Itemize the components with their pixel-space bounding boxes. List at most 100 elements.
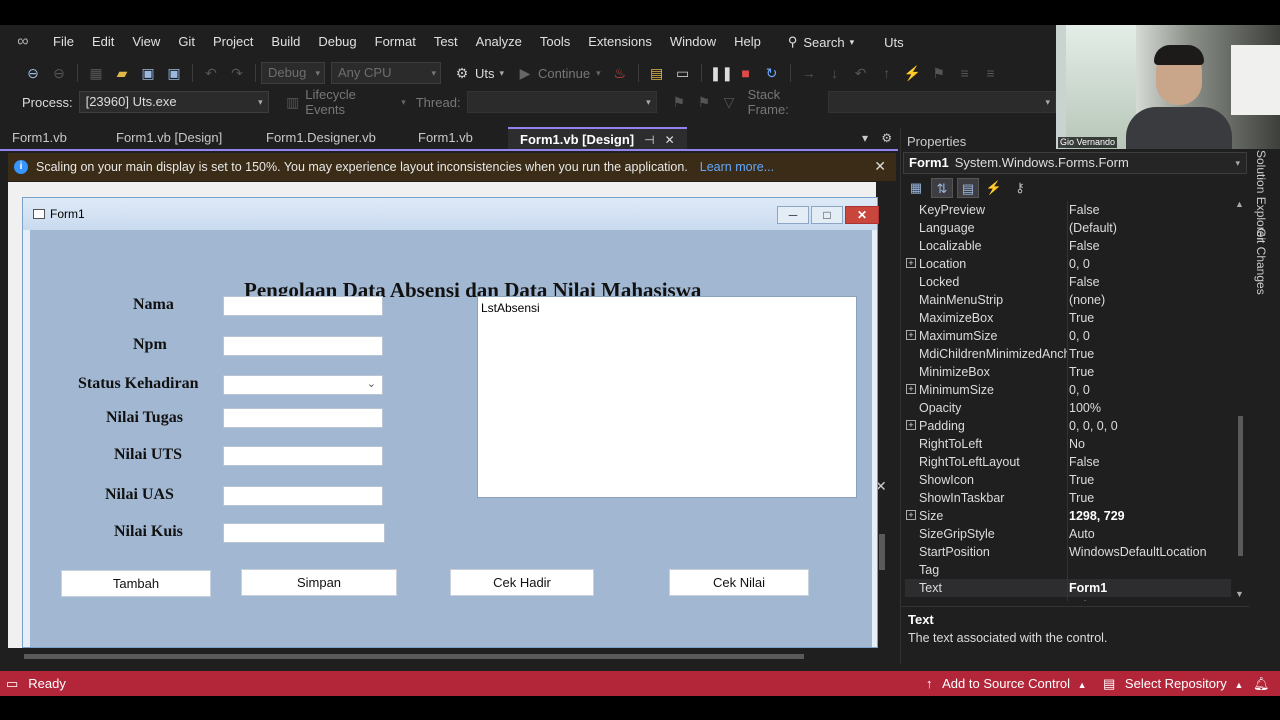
filter-icon[interactable]: ▽ bbox=[720, 92, 739, 112]
tambah-button[interactable]: Tambah bbox=[61, 570, 211, 597]
tab-form1-design[interactable]: Form1.vb [Design] bbox=[104, 127, 254, 149]
step-into-icon[interactable]: ↓ bbox=[825, 63, 845, 83]
property-row[interactable]: Text Form1 bbox=[905, 579, 1231, 597]
step-out-icon[interactable]: ↑ bbox=[877, 63, 897, 83]
visual-studio-logo-icon[interactable]: ∞ bbox=[12, 33, 34, 51]
configuration-dropdown[interactable]: Debug ▾ bbox=[261, 62, 325, 84]
property-value[interactable]: (Default) bbox=[1069, 219, 1117, 237]
property-row[interactable]: + MaximumSize 0, 0 bbox=[905, 327, 1231, 345]
property-value[interactable]: True bbox=[1069, 345, 1094, 363]
new-project-icon[interactable]: ▦ bbox=[86, 63, 106, 83]
cek-hadir-button[interactable]: Cek Hadir bbox=[450, 569, 594, 596]
property-row[interactable]: MainMenuStrip (none) bbox=[905, 291, 1231, 309]
menu-analyze[interactable]: Analyze bbox=[467, 25, 531, 59]
property-value[interactable]: False bbox=[1069, 273, 1100, 291]
menu-git[interactable]: Git bbox=[169, 25, 204, 59]
redo-icon[interactable]: ↷ bbox=[227, 63, 247, 83]
scrollbar-thumb[interactable] bbox=[1238, 416, 1243, 556]
nilai-kuis-textbox[interactable] bbox=[223, 523, 385, 543]
pin-icon[interactable]: ⊣ bbox=[644, 133, 654, 147]
play-icon[interactable]: ▶ bbox=[515, 63, 535, 83]
process-dropdown[interactable]: [23960] Uts.exe ▾ bbox=[78, 91, 269, 113]
thread-dropdown[interactable]: ▾ bbox=[466, 91, 657, 113]
add-to-source-control[interactable]: ↑ Add to Source Control ▲ bbox=[926, 671, 1087, 696]
navigate-back-icon[interactable]: ⊖ bbox=[23, 63, 43, 83]
lifecycle-events-dropdown[interactable]: Lifecycle Events bbox=[305, 87, 395, 117]
tab-form1-vb-2[interactable]: Form1.vb bbox=[406, 127, 508, 149]
restart-icon[interactable]: ↻ bbox=[762, 63, 782, 83]
property-row[interactable]: + Location 0, 0 bbox=[905, 255, 1231, 273]
menu-window[interactable]: Window bbox=[661, 25, 725, 59]
property-value[interactable]: 0, 0 bbox=[1069, 327, 1090, 345]
property-row[interactable]: Locked False bbox=[905, 273, 1231, 291]
breakpoint-icon[interactable]: ⚑ bbox=[929, 63, 949, 83]
property-row[interactable]: RightToLeftLayout False bbox=[905, 453, 1231, 471]
expand-icon[interactable]: + bbox=[906, 384, 916, 394]
open-file-icon[interactable]: ▰ bbox=[112, 63, 132, 83]
property-row[interactable]: KeyPreview False bbox=[905, 201, 1231, 219]
undo-icon[interactable]: ↶ bbox=[201, 63, 221, 83]
property-row[interactable]: MdiChildrenMinimizedAnchorBottomTrue bbox=[905, 345, 1231, 363]
property-value[interactable]: WindowsDefaultLocation bbox=[1069, 543, 1207, 561]
events-icon[interactable]: ⚡ bbox=[983, 178, 1005, 198]
nama-textbox[interactable] bbox=[223, 296, 383, 316]
property-value[interactable]: No bbox=[1069, 435, 1085, 453]
property-value[interactable]: False bbox=[1069, 597, 1100, 601]
platform-dropdown[interactable]: Any CPU ▾ bbox=[331, 62, 441, 84]
property-row[interactable]: TopMostFalse bbox=[905, 597, 1231, 601]
property-value[interactable]: Auto bbox=[1069, 525, 1095, 543]
property-value[interactable]: 1298, 729 bbox=[1069, 507, 1125, 525]
diagnostics-icon[interactable]: ⚡ bbox=[903, 63, 923, 83]
property-value[interactable]: 100% bbox=[1069, 399, 1101, 417]
maximize-button[interactable]: □ bbox=[811, 206, 843, 224]
property-value[interactable]: False bbox=[1069, 453, 1100, 471]
property-row[interactable]: MaximizeBox True bbox=[905, 309, 1231, 327]
search-box[interactable]: ⚲ Search ▾ bbox=[788, 34, 854, 50]
property-value[interactable]: 0, 0 bbox=[1069, 255, 1090, 273]
menu-view[interactable]: View bbox=[123, 25, 169, 59]
property-row[interactable]: ShowIcon True bbox=[905, 471, 1231, 489]
properties-icon[interactable]: ▤ bbox=[957, 178, 979, 198]
gear-icon[interactable]: ⚙ bbox=[452, 63, 472, 83]
window-layout-icon[interactable]: ▭ bbox=[673, 63, 693, 83]
menu-debug[interactable]: Debug bbox=[309, 25, 365, 59]
select-repository[interactable]: ▤ Select Repository ▲ bbox=[1103, 671, 1243, 696]
menu-tools[interactable]: Tools bbox=[531, 25, 579, 59]
tab-form1-designer-vb[interactable]: Form1.Designer.vb bbox=[254, 127, 406, 149]
scrollbar-thumb[interactable] bbox=[879, 534, 885, 570]
expand-icon[interactable]: + bbox=[906, 510, 916, 520]
property-row[interactable]: RightToLeft No bbox=[905, 435, 1231, 453]
property-row[interactable]: + MinimumSize 0, 0 bbox=[905, 381, 1231, 399]
menu-extensions[interactable]: Extensions bbox=[579, 25, 661, 59]
close-icon[interactable]: ✕ bbox=[665, 133, 675, 147]
hot-reload-icon[interactable]: ♨ bbox=[610, 63, 630, 83]
tab-form1-design-active[interactable]: Form1.vb [Design] ⊣ ✕ bbox=[508, 127, 687, 149]
minimize-button[interactable]: ─ bbox=[777, 206, 809, 224]
menu-help[interactable]: Help bbox=[725, 25, 770, 59]
property-row[interactable]: ShowInTaskbar True bbox=[905, 489, 1231, 507]
flag-icon[interactable]: ⚑ bbox=[669, 92, 688, 112]
tab-list-chevron-icon[interactable]: ▾ bbox=[862, 131, 868, 145]
property-row[interactable]: SizeGripStyle Auto bbox=[905, 525, 1231, 543]
npm-textbox[interactable] bbox=[223, 336, 383, 356]
startup-project[interactable]: Uts bbox=[475, 66, 495, 81]
close-button[interactable]: ✕ bbox=[845, 206, 879, 224]
property-row[interactable]: StartPosition WindowsDefaultLocation bbox=[905, 543, 1231, 561]
save-icon[interactable]: ▣ bbox=[138, 63, 158, 83]
menu-file[interactable]: File bbox=[44, 25, 83, 59]
expand-icon[interactable]: + bbox=[906, 420, 916, 430]
expand-icon[interactable]: + bbox=[906, 330, 916, 340]
align-icon[interactable]: ≡ bbox=[955, 63, 975, 83]
scroll-up-icon[interactable]: ▲ bbox=[1235, 199, 1244, 209]
expand-icon[interactable]: + bbox=[906, 258, 916, 268]
property-value[interactable]: True bbox=[1069, 363, 1094, 381]
property-pages-icon[interactable]: ⚷ bbox=[1009, 178, 1031, 198]
side-tab-git-changes[interactable]: Git Changes bbox=[1254, 228, 1268, 295]
learn-more-link[interactable]: Learn more... bbox=[700, 160, 774, 174]
stop-icon[interactable]: ■ bbox=[736, 63, 756, 83]
navigate-forward-icon[interactable]: ⊖ bbox=[49, 63, 69, 83]
property-value[interactable]: True bbox=[1069, 471, 1094, 489]
gear-icon[interactable]: ⚙ bbox=[881, 131, 892, 145]
menu-project[interactable]: Project bbox=[204, 25, 262, 59]
property-value[interactable]: Form1 bbox=[1069, 579, 1107, 597]
